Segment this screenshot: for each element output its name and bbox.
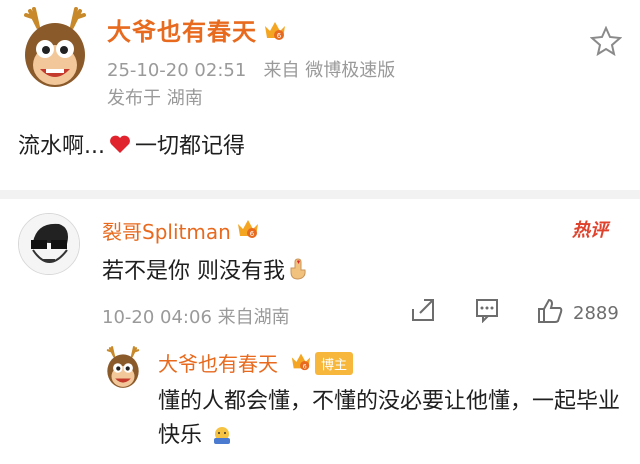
hot-comment-badge: 热评: [572, 216, 608, 242]
reply-author-name[interactable]: 大爷也有春天: [158, 348, 278, 377]
post-text-after: 一切都记得: [134, 134, 245, 159]
comment-text: 若不是你 则没有我: [102, 259, 285, 284]
comment-author-avatar[interactable]: [18, 213, 80, 275]
vip-crown-icon: 6: [291, 353, 311, 370]
like-count[interactable]: 2889: [573, 303, 619, 324]
svg-text:6: 6: [277, 32, 282, 40]
post-author-name[interactable]: 大爷也有春天: [107, 12, 257, 47]
blogger-badge: 博主: [315, 352, 354, 375]
heart-emoji-icon: [110, 135, 130, 153]
post-location: 发布于 湖南: [107, 88, 203, 109]
share-icon[interactable]: [410, 297, 436, 323]
reply-body: 懂的人都会懂，不懂的没必要让他懂，一起毕业快乐: [158, 385, 620, 453]
celebration-emoji-icon: [214, 427, 231, 444]
avatar-sketch-icon: [19, 214, 79, 274]
post-body: 流水啊... 一切都记得: [18, 128, 245, 160]
comment-author-name[interactable]: 裂哥Splitman: [102, 216, 231, 245]
like-thumb-icon[interactable]: [536, 297, 564, 325]
post-timestamp: 25-10-20 02:51: [107, 60, 247, 81]
svg-text:6: 6: [250, 230, 255, 238]
reply-author-avatar[interactable]: [100, 345, 146, 391]
comment-body: 若不是你 则没有我: [102, 253, 307, 285]
post-text-before: 流水啊...: [18, 134, 105, 159]
post-author-avatar[interactable]: [18, 5, 92, 93]
vip-crown-icon: 6: [238, 220, 258, 238]
favorite-star-icon[interactable]: [590, 26, 622, 56]
finger-heart-emoji-icon: [290, 258, 306, 280]
comment-icon[interactable]: [474, 297, 500, 323]
post-source: 来自 微博极速版: [263, 60, 396, 81]
vip-crown-icon: 6: [265, 22, 285, 40]
hot-comment-label: 热评: [572, 220, 608, 241]
post-meta: 25-10-20 02:51 来自 微博极速版: [107, 56, 395, 82]
comment-meta: 10-20 04:06 来自湖南: [102, 307, 290, 328]
section-divider: [0, 190, 640, 199]
svg-text:6: 6: [303, 362, 307, 370]
